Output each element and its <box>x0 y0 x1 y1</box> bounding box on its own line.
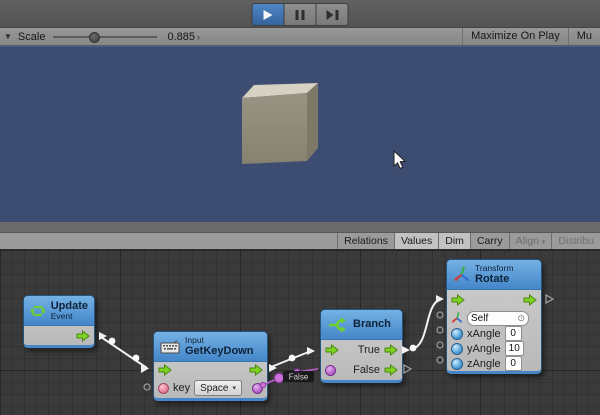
chevron-right-icon: › <box>197 32 200 42</box>
scale-slider[interactable] <box>53 31 157 43</box>
graph-canvas[interactable]: False <box>0 250 600 415</box>
unconnected-flow-indicator <box>404 365 411 373</box>
values-button[interactable]: Values <box>394 233 438 250</box>
unconnected-port-indicator <box>437 342 443 348</box>
scale-value: 0.885 <box>167 31 195 43</box>
flow-droplet <box>410 345 417 352</box>
display-dropdown-icon[interactable]: ▼ <box>4 32 12 41</box>
connection-branch-true-to-rotate[interactable] <box>402 295 444 354</box>
value-droplet <box>274 373 283 382</box>
main-toolbar <box>0 0 600 28</box>
play-icon <box>264 10 273 20</box>
unconnected-port-indicator <box>437 312 443 318</box>
playback-controls <box>252 3 349 26</box>
value-droplet <box>260 382 265 387</box>
pause-button[interactable] <box>285 3 317 26</box>
dim-button[interactable]: Dim <box>438 233 470 250</box>
unconnected-port-indicator <box>437 327 443 333</box>
mute-audio-button[interactable]: Mu <box>568 28 600 46</box>
flow-droplet <box>133 355 140 362</box>
flow-droplet <box>109 338 116 345</box>
distribute-button: Distribu <box>551 233 600 250</box>
scale-slider-track <box>53 36 157 38</box>
scale-label: Scale <box>18 31 46 43</box>
play-button[interactable] <box>252 3 285 26</box>
cube <box>242 83 318 164</box>
pause-icon <box>296 10 305 20</box>
value-badge-text: False <box>289 373 309 382</box>
connection-update-to-getkeydown[interactable] <box>99 332 149 373</box>
game-view[interactable] <box>0 46 600 222</box>
mouse-cursor <box>394 151 405 168</box>
chevron-down-icon: ▾ <box>542 239 546 246</box>
align-button: Align ▾ <box>509 233 552 250</box>
unity-editor-window: ▼ Scale 0.885 › Maximize On Play Mu <box>0 0 600 415</box>
flow-droplet <box>289 355 296 362</box>
step-icon <box>326 10 338 20</box>
carry-button[interactable]: Carry <box>470 233 509 250</box>
value-badge: False <box>283 371 314 382</box>
step-button[interactable] <box>317 3 349 26</box>
graph-toolbar: Relations Values Dim Carry Align ▾ Distr… <box>0 233 600 250</box>
connection-getkeydown-to-branch[interactable] <box>269 347 315 372</box>
scale-slider-handle[interactable] <box>89 32 100 43</box>
relations-button[interactable]: Relations <box>337 233 394 250</box>
unconnected-flow-indicator <box>546 295 553 303</box>
unconnected-port-indicator <box>437 357 443 363</box>
maximize-on-play-button[interactable]: Maximize On Play <box>462 28 568 46</box>
game-view-toolbar: ▼ Scale 0.885 › Maximize On Play Mu <box>0 28 600 46</box>
unconnected-port-indicator <box>144 384 150 390</box>
panel-splitter[interactable] <box>0 222 600 233</box>
